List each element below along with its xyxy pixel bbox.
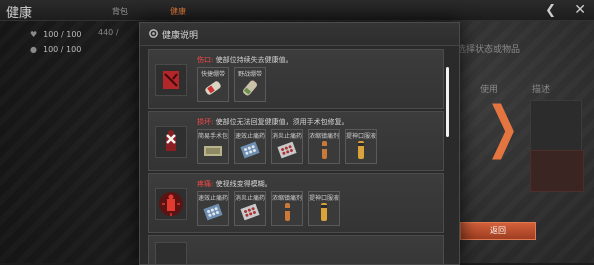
item-card[interactable]: 速效止痛药 [197, 191, 229, 226]
item-label: 速效止痛药 [235, 133, 265, 140]
right-medkit-card [530, 150, 584, 192]
stat-water: ● 100 / 100 [30, 45, 81, 54]
item-card[interactable]: 提神口服液 [308, 191, 340, 226]
entry-pain-desc: 使视线变得模糊。 [213, 180, 272, 188]
injector-icon [285, 203, 290, 221]
entry-damage-desc: 使部位无法回复健康值，须用手术包修复。 [213, 118, 349, 126]
next-arrow-icon[interactable]: ❯ [486, 100, 520, 156]
item-label: 提神口服液 [346, 133, 376, 140]
item-card[interactable]: 速效止痛药 [234, 129, 266, 164]
bandage-roll-icon [205, 81, 221, 95]
top-bar [0, 0, 594, 21]
entry-pain: 疼痛: 使视线变得模糊。 速效止痛药 消炎止痛药 浓缩镇痛剂 提神口服液 [148, 173, 444, 233]
item-label: 浓缩镇痛剂 [309, 133, 339, 140]
entry-next [148, 235, 444, 264]
status-icon [155, 242, 187, 264]
screen-title: 健康 [6, 6, 33, 21]
item-card[interactable]: 消炎止痛药 [271, 129, 303, 164]
blister-pack-icon [240, 203, 260, 221]
keyword-damage: 损坏: [197, 118, 214, 126]
entry-damage: 损坏: 使部位无法回复健康值，须用手术包修复。 简易手术包 速效止痛药 消炎止痛… [148, 111, 444, 171]
item-card[interactable]: 野战绷带 [234, 67, 266, 102]
right-item-card [530, 100, 582, 156]
return-button[interactable]: 返回 [460, 222, 536, 240]
item-card[interactable]: 消炎止痛药 [234, 191, 266, 226]
use-header: 使用 [480, 85, 499, 95]
tab-backpack[interactable]: 背包 [112, 6, 128, 17]
surgery-kit-icon [204, 146, 222, 156]
keyword-pain: 疼痛: [197, 180, 214, 188]
stat-water-value: 100 / 100 [42, 45, 82, 54]
desc-header: 描述 [532, 85, 551, 95]
blister-pack-icon [203, 203, 223, 221]
entry-damage-items: 简易手术包 速效止痛药 消炎止痛药 浓缩镇痛剂 提神口服液 [197, 129, 377, 164]
entry-damage-text: 损坏: 使部位无法回复健康值，须用手术包修复。 [197, 117, 349, 127]
entry-wound-desc: 使部位持续失去健康值。 [213, 56, 293, 64]
close-icon[interactable]: ✕ [574, 2, 586, 18]
pain-body-icon [155, 188, 187, 220]
drop-icon: ● [30, 45, 37, 54]
blister-pack-icon [240, 141, 260, 159]
entry-wound: 伤口: 使部位持续失去健康值。 快捷绷带 野战绷带 [148, 49, 444, 109]
broken-body-icon [155, 126, 187, 158]
entry-pain-text: 疼痛: 使视线变得模糊。 [197, 179, 272, 189]
back-arrow-icon[interactable]: ❮ [545, 3, 556, 18]
dialog-title: 健康说明 [162, 31, 199, 41]
health-info-list[interactable]: 伤口: 使部位持续失去健康值。 快捷绷带 野战绷带 损坏: 使部位无法回复健康值… [148, 49, 444, 264]
item-label: 快捷绷带 [200, 71, 225, 78]
tab-health[interactable]: 健康 [170, 6, 186, 17]
item-card[interactable]: 快捷绷带 [197, 67, 229, 102]
item-label: 消炎止痛药 [235, 195, 265, 202]
stat-health: ♥ 100 / 100 [30, 30, 82, 39]
injector-icon [322, 141, 327, 159]
oral-vial-icon [358, 141, 364, 159]
item-label: 提神口服液 [309, 195, 339, 202]
item-card[interactable]: 提神口服液 [345, 129, 377, 164]
keyword-wound: 伤口: [197, 56, 214, 64]
item-label: 简易手术包 [198, 133, 228, 140]
item-label: 浓缩镇痛剂 [272, 195, 302, 202]
dialog-header: 健康说明 [140, 23, 459, 46]
item-label: 速效止痛药 [198, 195, 228, 202]
field-bandage-icon [243, 80, 257, 96]
tab-extra-value: 440 / [98, 28, 119, 37]
heart-icon: ♥ [30, 30, 38, 39]
item-card[interactable]: 浓缩镇痛剂 [271, 191, 303, 226]
entry-wound-text: 伤口: 使部位持续失去健康值。 [197, 55, 293, 65]
entry-pain-items: 速效止痛药 消炎止痛药 浓缩镇痛剂 提神口服液 [197, 191, 340, 226]
dialog-scrollbar[interactable] [446, 67, 449, 137]
item-card[interactable]: 简易手术包 [197, 129, 229, 164]
blister-pack-icon [277, 141, 297, 159]
item-label: 野战绷带 [237, 71, 262, 78]
gear-icon [149, 29, 158, 38]
select-hint: 选择状态或物品 [457, 45, 521, 55]
wound-icon [155, 64, 187, 96]
health-info-dialog: 健康说明 伤口: 使部位持续失去健康值。 快捷绷带 野战绷带 损坏: 使部位无法… [139, 22, 460, 265]
stat-health-value: 100 / 100 [43, 30, 82, 39]
oral-vial-icon [321, 203, 327, 221]
item-card[interactable]: 浓缩镇痛剂 [308, 129, 340, 164]
entry-wound-items: 快捷绷带 野战绷带 [197, 67, 266, 102]
item-label: 消炎止痛药 [272, 133, 302, 140]
